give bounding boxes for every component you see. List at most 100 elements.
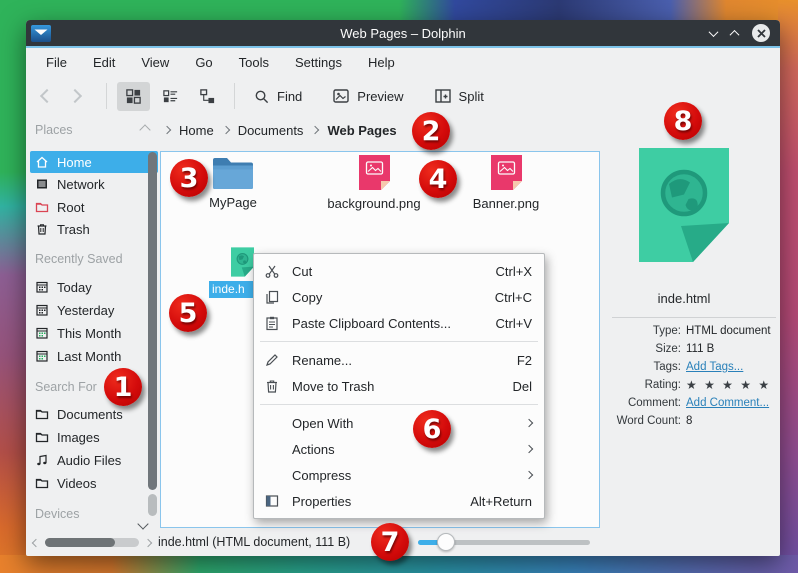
sidebar-item-images[interactable]: Images [30, 426, 158, 448]
menu-item-label: Move to Trash [292, 379, 512, 394]
menu-icon-spacer [264, 441, 280, 457]
info-label: Rating: [600, 379, 686, 391]
maximize-icon[interactable] [730, 29, 740, 39]
menu-go[interactable]: Go [195, 55, 212, 70]
network-icon [35, 177, 49, 191]
menu-tools[interactable]: Tools [239, 55, 269, 70]
menu-item-paste[interactable]: Paste Clipboard Contents... Ctrl+V [254, 310, 544, 336]
menu-item-copy[interactable]: Copy Ctrl+C [254, 284, 544, 310]
menu-edit[interactable]: Edit [93, 55, 115, 70]
scrollbar-track[interactable] [45, 538, 139, 547]
sidebar-item-documents[interactable]: Documents [30, 403, 158, 425]
clipboard-icon [264, 315, 280, 331]
sidebar-item-home[interactable]: Home [30, 151, 158, 173]
minimize-icon[interactable] [709, 27, 719, 37]
menu-item-actions[interactable]: Actions [254, 436, 544, 462]
find-button[interactable]: Find [245, 82, 310, 111]
menu-item-label: Properties [292, 494, 470, 509]
add-comment-link[interactable]: Add Comment... [686, 397, 769, 409]
zoom-slider[interactable] [418, 538, 590, 546]
close-icon[interactable] [752, 24, 770, 42]
scissors-icon [264, 263, 280, 279]
menu-item-shortcut: Alt+Return [470, 494, 532, 509]
menu-settings[interactable]: Settings [295, 55, 342, 70]
menu-help[interactable]: Help [368, 55, 395, 70]
menu-item-cut[interactable]: Cut Ctrl+X [254, 258, 544, 284]
scrollbar-thumb[interactable] [148, 152, 157, 490]
sidebar-item-yesterday[interactable]: Yesterday [30, 299, 158, 321]
menu-item-label: Compress [292, 468, 526, 483]
split-button[interactable]: Split [426, 81, 492, 111]
sidebar-item-label: Documents [57, 407, 123, 422]
sidebar-item-label: Root [57, 200, 84, 215]
info-row-tags: Tags: Add Tags... [600, 358, 778, 376]
copy-icon [264, 289, 280, 305]
red-folder-icon [35, 200, 49, 214]
status-text: inde.html (HTML document, 111 B) [158, 535, 350, 549]
trash-icon [264, 378, 280, 394]
titlebar[interactable]: Web Pages – Dolphin [26, 20, 780, 46]
file-label: background.png [327, 196, 420, 211]
sidebar-item-audio-files[interactable]: Audio Files [30, 449, 158, 471]
menu-item-label: Copy [292, 290, 495, 305]
breadcrumb-chevron-icon [311, 126, 319, 134]
forward-icon[interactable] [68, 89, 82, 103]
folder-view[interactable]: MyPage background.png Banner.png [160, 151, 600, 528]
folder-icon [35, 430, 49, 444]
breadcrumb-web-pages[interactable]: Web Pages [327, 123, 396, 138]
menu-item-move-to-trash[interactable]: Move to Trash Del [254, 373, 544, 399]
sidebar-item-last-month[interactable]: Last Month [30, 345, 158, 367]
menu-item-compress[interactable]: Compress [254, 462, 544, 488]
sidebar-item-videos[interactable]: Videos [30, 472, 158, 494]
details-view-button[interactable] [191, 82, 224, 111]
preview-icon [332, 87, 350, 105]
breadcrumb-home[interactable]: Home [179, 123, 214, 138]
scroll-right-icon[interactable] [144, 538, 152, 546]
image-file-icon [358, 154, 391, 191]
sidebar-scrollbar[interactable] [148, 152, 157, 512]
sidebar-item-network[interactable]: Network [30, 173, 158, 195]
icons-view-button[interactable] [117, 82, 150, 111]
breadcrumb-documents[interactable]: Documents [238, 123, 304, 138]
preview-button[interactable]: Preview [324, 81, 411, 111]
horizontal-scrollbar[interactable] [33, 537, 152, 548]
sidebar-item-label: Network [57, 177, 105, 192]
scroll-left-icon[interactable] [32, 538, 40, 546]
scrollbar-thumb-secondary[interactable] [148, 494, 157, 516]
scrollbar-thumb[interactable] [45, 538, 115, 547]
menu-file[interactable]: File [46, 55, 67, 70]
split-icon [434, 87, 452, 105]
menu-item-label: Cut [292, 264, 496, 279]
menu-separator [260, 404, 538, 405]
sidebar-item-this-month[interactable]: This Month [30, 322, 158, 344]
info-row-rating: Rating: ★ ★ ★ ★ ★ [600, 376, 778, 394]
breadcrumb: Home Documents Web Pages [164, 116, 397, 144]
info-label: Word Count: [600, 415, 686, 427]
file-item-banner-png[interactable]: Banner.png [456, 154, 556, 211]
add-tags-link[interactable]: Add Tags... [686, 361, 743, 373]
rating-stars[interactable]: ★ ★ ★ ★ ★ [686, 378, 771, 392]
zoom-slider-handle[interactable] [437, 533, 455, 551]
menu-item-properties[interactable]: Properties Alt+Return [254, 488, 544, 514]
menu-item-rename[interactable]: Rename... F2 [254, 347, 544, 373]
menu-item-label: Paste Clipboard Contents... [292, 316, 496, 331]
sidebar-item-root[interactable]: Root [30, 196, 158, 218]
menu-item-label: Actions [292, 442, 526, 457]
file-item-background-png[interactable]: background.png [324, 154, 424, 211]
info-label: Type: [600, 325, 686, 337]
info-label: Size: [600, 343, 686, 355]
sidebar-item-trash[interactable]: Trash [30, 218, 158, 240]
sidebar-item-today[interactable]: Today [30, 276, 158, 298]
places-panel: Home Network Root Trash Recently Saved [26, 146, 160, 528]
wallpaper-left-edge [0, 0, 28, 573]
image-file-icon [490, 154, 523, 191]
compact-view-button[interactable] [154, 82, 187, 111]
sidebar-section-search-for: Search For [35, 380, 97, 394]
back-icon[interactable] [40, 89, 54, 103]
menu-item-open-with[interactable]: Open With [254, 410, 544, 436]
panel-collapse-icon[interactable] [139, 124, 150, 135]
html-file-icon[interactable] [231, 247, 254, 277]
toolbar-separator [106, 83, 107, 109]
menu-view[interactable]: View [141, 55, 169, 70]
selected-file-label[interactable]: inde.h [209, 281, 254, 298]
